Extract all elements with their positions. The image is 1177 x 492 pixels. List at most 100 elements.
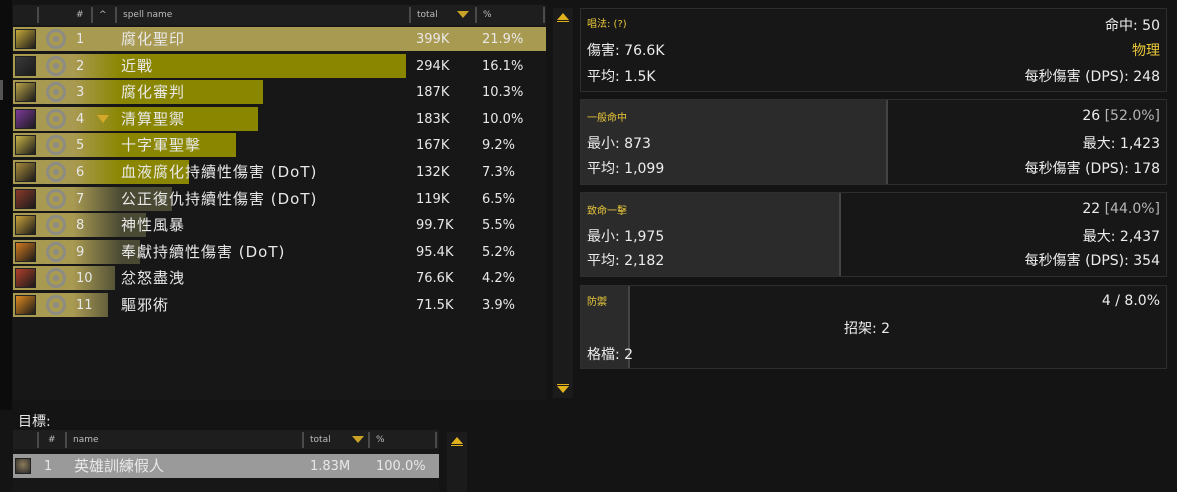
spell-total: 99.7K bbox=[416, 218, 454, 234]
scroll-up-arrow-icon[interactable] bbox=[448, 434, 466, 448]
spell-percent: 7.3% bbox=[482, 165, 516, 180]
column-separator[interactable] bbox=[37, 7, 39, 23]
col-rank-header[interactable]: # bbox=[76, 5, 84, 25]
spell-row[interactable]: 11 驅邪術 71.5K 3.9% bbox=[13, 293, 546, 317]
spell-row[interactable]: 9 奉獻持續性傷害 (DoT) 95.4K 5.2% bbox=[13, 239, 546, 264]
judgement-icon bbox=[15, 82, 36, 103]
spell-row[interactable]: 1 腐化聖印 399K 21.9% bbox=[13, 27, 546, 51]
spell-total: 167K bbox=[416, 138, 450, 154]
spell-details-gear-icon[interactable] bbox=[46, 108, 66, 129]
spell-percent: 5.5% bbox=[482, 218, 516, 234]
melee-sword-icon bbox=[15, 55, 36, 76]
spell-total: 95.4K bbox=[416, 244, 454, 260]
column-separator[interactable] bbox=[302, 432, 304, 448]
window-edge bbox=[0, 0, 12, 410]
col-sort-header[interactable]: ^ bbox=[99, 5, 107, 25]
spell-name: 腐化審判 bbox=[121, 83, 186, 102]
spell-rank: 4 bbox=[76, 111, 85, 127]
targets-col-rank-header[interactable]: # bbox=[48, 430, 56, 450]
critical-hit-max: 最大: 2,437 bbox=[1082, 229, 1160, 245]
column-separator[interactable] bbox=[368, 432, 370, 448]
spell-details-gear-icon[interactable] bbox=[46, 55, 66, 76]
spell-scrollbar[interactable] bbox=[553, 8, 573, 398]
sort-descending-icon[interactable] bbox=[457, 11, 469, 18]
spell-percent: 10.0% bbox=[482, 111, 524, 127]
spell-details-gear-icon[interactable] bbox=[46, 188, 66, 209]
spell-name: 忿怒盡洩 bbox=[121, 269, 186, 288]
spell-total: 119K bbox=[416, 191, 450, 207]
critical-hit-dps: 每秒傷害 (DPS): 354 bbox=[1024, 253, 1160, 269]
col-spell-name-header[interactable]: spell name bbox=[123, 5, 172, 25]
spell-table: # ^ spell name total % 1 腐化聖印 399K 21.9% 2 近戰… bbox=[13, 5, 546, 400]
column-separator[interactable] bbox=[91, 7, 93, 23]
spell-row[interactable]: 5 十字軍聖擊 167K 9.2% bbox=[13, 133, 546, 158]
seal-of-corruption-icon bbox=[15, 29, 36, 49]
spell-details-gear-icon[interactable] bbox=[46, 162, 66, 182]
spell-name: 奉獻持續性傷害 (DoT) bbox=[121, 242, 286, 261]
spell-row[interactable]: 4 清算聖禦 183K 10.0% bbox=[13, 106, 546, 131]
normal-hit-max: 最大: 1,423 bbox=[1082, 136, 1160, 152]
spell-percent: 10.3% bbox=[482, 85, 524, 101]
spell-rank: 6 bbox=[76, 165, 85, 180]
targets-col-name-header[interactable]: name bbox=[73, 430, 99, 450]
spell-details-gear-icon[interactable] bbox=[46, 29, 66, 49]
spell-row[interactable]: 8 神性風暴 99.7K 5.5% bbox=[13, 213, 546, 238]
spell-damage-bar bbox=[13, 53, 406, 78]
spell-row[interactable]: 10 忿怒盡洩 76.6K 4.2% bbox=[13, 266, 546, 291]
normal-hit-title: 一般命中 bbox=[587, 113, 627, 124]
spell-rank: 7 bbox=[76, 191, 85, 207]
hits-count: 命中: 50 bbox=[1105, 18, 1160, 34]
spell-rank: 5 bbox=[76, 138, 85, 154]
targets-scrollbar[interactable] bbox=[447, 432, 467, 492]
spell-name: 神性風暴 bbox=[121, 216, 186, 235]
expand-triangle-icon[interactable] bbox=[97, 114, 109, 123]
spell-rank: 2 bbox=[76, 58, 85, 74]
spell-name: 清算聖禦 bbox=[121, 109, 186, 128]
spell-name: 驅邪術 bbox=[121, 296, 170, 314]
column-separator[interactable] bbox=[65, 432, 67, 448]
spell-row[interactable]: 6 血液腐化持續性傷害 (DoT) 132K 7.3% bbox=[13, 160, 546, 184]
critical-hit-panel: 致命一擊 22 [44.0%] 最小: 1,975 最大: 2,437 平均: … bbox=[580, 192, 1167, 277]
col-total-header[interactable]: total bbox=[417, 5, 438, 25]
spell-total: 399K bbox=[416, 32, 450, 47]
spell-name: 公正復仇持續性傷害 (DoT) bbox=[121, 189, 318, 208]
damage-average: 平均: 1.5K bbox=[587, 69, 656, 85]
targets-table: # name total % 1 英雄訓練假人 1.83M 100.0% bbox=[13, 430, 439, 492]
target-row[interactable]: 1 英雄訓練假人 1.83M 100.0% bbox=[13, 454, 439, 478]
consecration-icon bbox=[15, 241, 36, 262]
blood-corruption-icon bbox=[15, 162, 36, 182]
defense-title: 防禦 bbox=[587, 297, 607, 308]
scroll-up-arrow-icon[interactable] bbox=[554, 10, 572, 24]
spell-row[interactable]: 3 腐化審判 187K 10.3% bbox=[13, 80, 546, 105]
column-separator[interactable] bbox=[37, 432, 39, 448]
scroll-down-arrow-icon[interactable] bbox=[554, 382, 572, 396]
spell-percent: 5.2% bbox=[482, 244, 516, 260]
defense-summary: 4 / 8.0% bbox=[1101, 293, 1160, 309]
column-separator[interactable] bbox=[543, 7, 545, 23]
targets-table-header: # name total % bbox=[13, 430, 439, 449]
column-separator[interactable] bbox=[115, 7, 117, 23]
block-count: 格檔: 2 bbox=[587, 347, 634, 363]
spell-details-gear-icon[interactable] bbox=[46, 295, 66, 315]
targets-col-total-header[interactable]: total bbox=[310, 430, 331, 450]
spell-damage-bar bbox=[13, 27, 546, 51]
spell-rank: 11 bbox=[76, 298, 93, 313]
cast-summary-panel: 唱法: (?) 命中: 50 傷害: 76.6K 物理 平均: 1.5K 每秒傷… bbox=[580, 8, 1167, 92]
targets-label: 目標: bbox=[18, 414, 51, 430]
column-separator[interactable] bbox=[435, 432, 437, 448]
templars-verdict-icon bbox=[15, 108, 36, 129]
spell-percent: 3.9% bbox=[482, 298, 516, 313]
targets-col-pct-header[interactable]: % bbox=[376, 430, 385, 450]
critical-hit-title: 致命一擊 bbox=[587, 206, 627, 217]
divine-storm-icon bbox=[15, 215, 36, 236]
spell-row[interactable]: 7 公正復仇持續性傷害 (DoT) 119K 6.5% bbox=[13, 186, 546, 211]
spell-rank: 9 bbox=[76, 244, 85, 260]
spell-details-gear-icon[interactable] bbox=[46, 241, 66, 262]
column-separator[interactable] bbox=[409, 7, 411, 23]
col-pct-header[interactable]: % bbox=[483, 5, 492, 25]
column-separator[interactable] bbox=[475, 7, 477, 23]
spell-row[interactable]: 2 近戰 294K 16.1% bbox=[13, 53, 546, 78]
spell-percent: 6.5% bbox=[482, 191, 516, 207]
hammer-of-wrath-icon bbox=[15, 268, 36, 289]
sort-descending-icon[interactable] bbox=[352, 436, 364, 443]
